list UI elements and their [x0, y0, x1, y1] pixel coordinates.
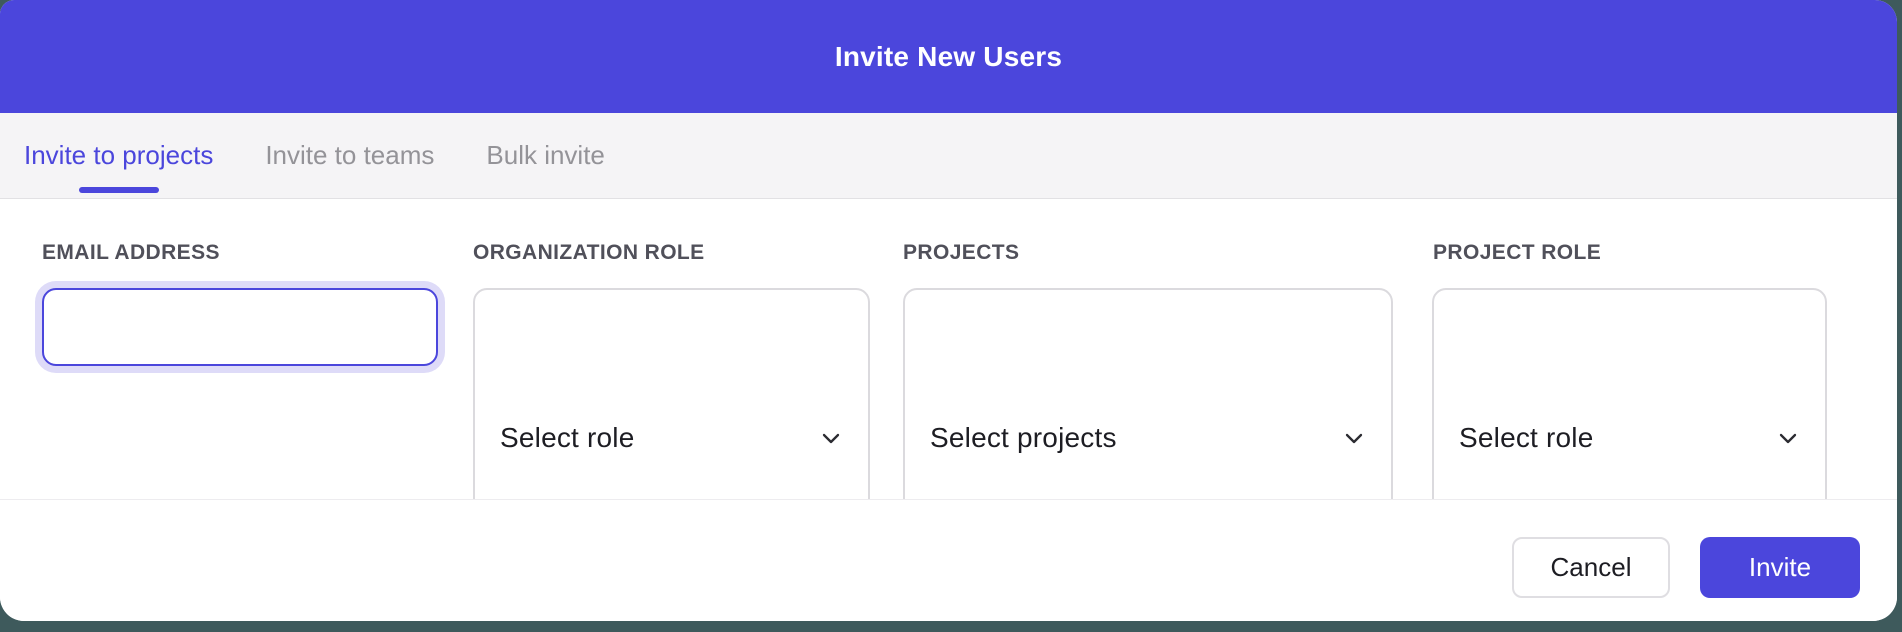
cancel-button[interactable]: Cancel — [1512, 537, 1670, 598]
invite-new-users-dialog: Invite New Users Invite to projects Invi… — [0, 0, 1897, 621]
tab-bar: Invite to projects Invite to teams Bulk … — [0, 113, 1897, 199]
chevron-down-icon — [1775, 425, 1801, 451]
tab-bulk-invite[interactable]: Bulk invite — [486, 113, 605, 198]
projects-value: Select projects — [930, 422, 1117, 454]
organization-role-label: ORGANIZATION ROLE — [473, 241, 705, 265]
email-address-input[interactable] — [42, 288, 438, 366]
chevron-down-icon — [1341, 425, 1367, 451]
dialog-header: Invite New Users — [0, 0, 1897, 113]
tab-label: Invite to teams — [265, 140, 434, 171]
projects-label: PROJECTS — [903, 241, 1019, 265]
tab-invite-to-teams[interactable]: Invite to teams — [265, 113, 434, 198]
project-role-value: Select role — [1459, 422, 1594, 454]
chevron-down-icon — [818, 425, 844, 451]
invite-button[interactable]: Invite — [1700, 537, 1860, 598]
dialog-footer: Cancel Invite — [0, 499, 1897, 621]
dialog-title: Invite New Users — [835, 41, 1062, 73]
tab-label: Invite to projects — [24, 140, 213, 171]
organization-role-value: Select role — [500, 422, 635, 454]
email-field-wrapper — [42, 288, 438, 366]
active-tab-indicator — [79, 187, 159, 193]
project-role-label: PROJECT ROLE — [1433, 241, 1601, 265]
email-address-label: EMAIL ADDRESS — [42, 241, 220, 265]
tab-label: Bulk invite — [486, 140, 605, 171]
invite-form: EMAIL ADDRESS ORGANIZATION ROLE PROJECTS… — [0, 200, 1897, 499]
tab-invite-to-projects[interactable]: Invite to projects — [24, 113, 213, 198]
